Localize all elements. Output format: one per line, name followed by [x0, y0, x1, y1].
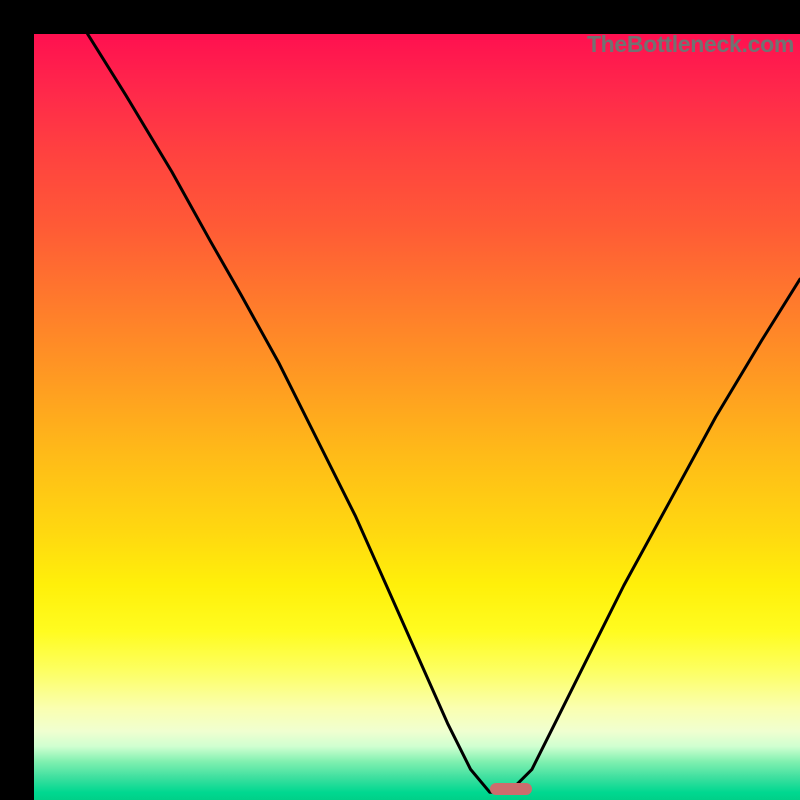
optimal-range-marker [490, 783, 532, 795]
chart-frame: TheBottleneck.com [0, 0, 800, 800]
plot-area: TheBottleneck.com [34, 34, 800, 800]
bottleneck-curve [34, 34, 800, 800]
